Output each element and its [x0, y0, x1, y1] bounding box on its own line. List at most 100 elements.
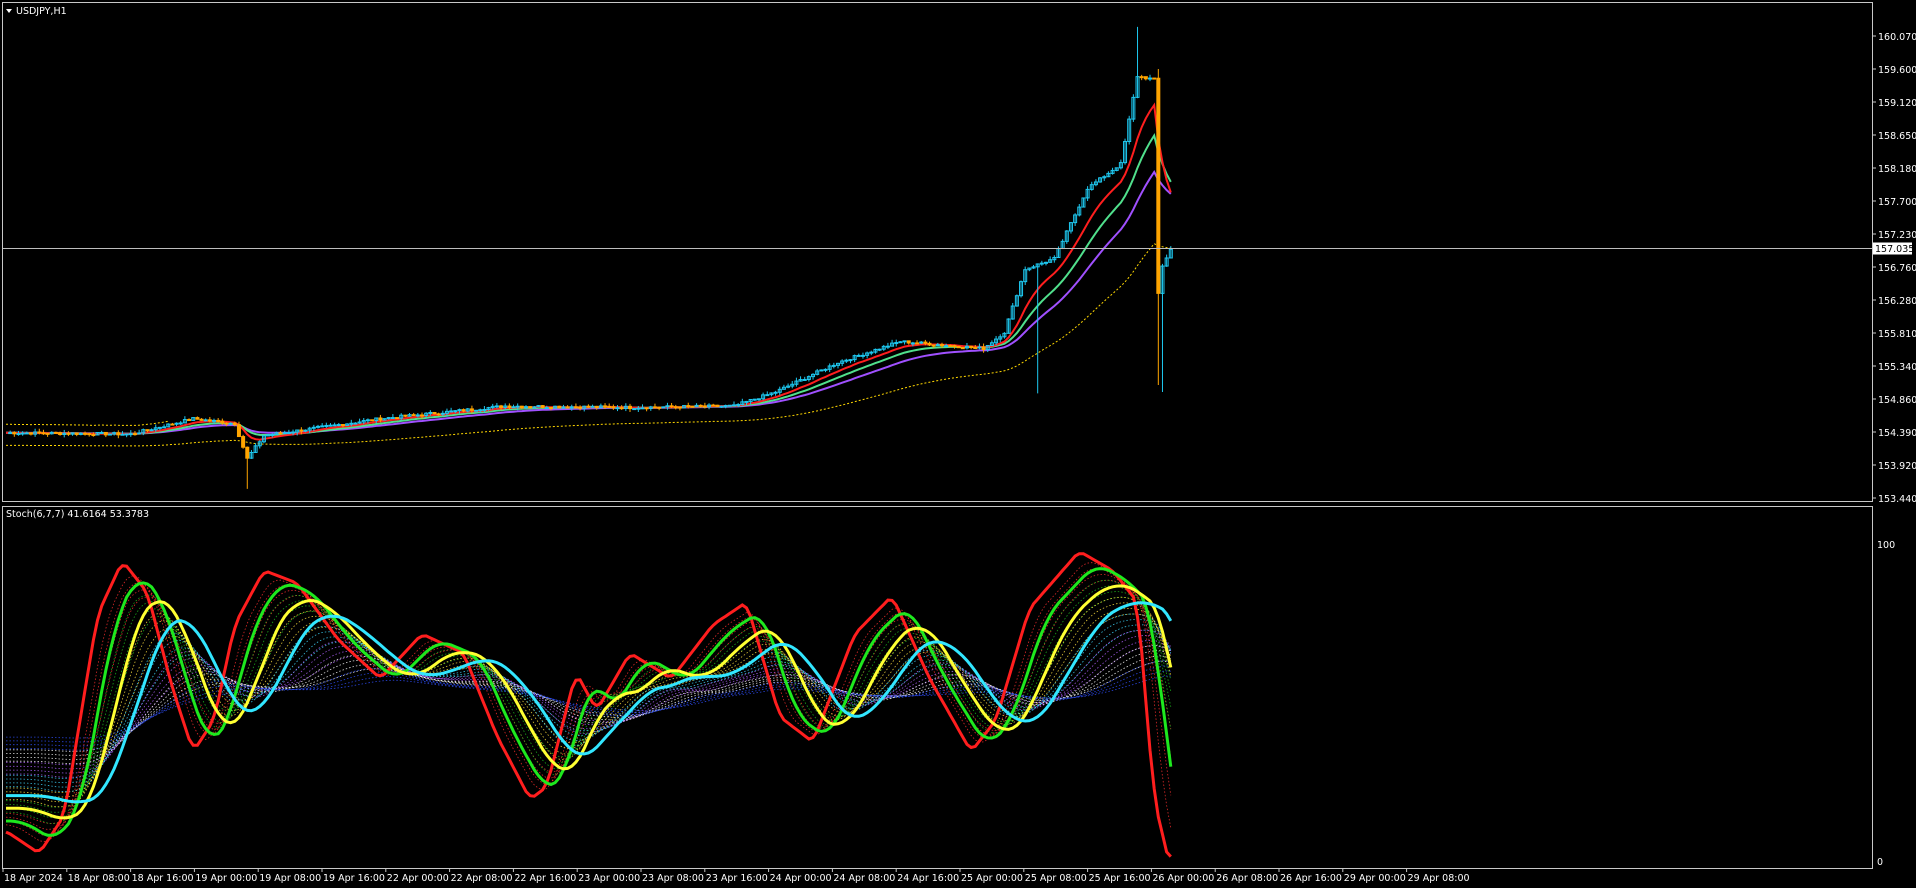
indicator-y-max: 100 [1877, 540, 1895, 551]
candle-body [270, 433, 275, 436]
candle-body [128, 433, 133, 436]
candle-body [524, 406, 528, 409]
candle-body [449, 410, 454, 413]
candle-body [74, 432, 79, 435]
candle-body [744, 400, 749, 403]
candle-body [960, 347, 965, 350]
candle-body [856, 354, 861, 357]
candle-body [195, 417, 200, 420]
time-tick-label: 25 Apr 08:00 [1025, 873, 1087, 884]
candle-body [99, 431, 104, 434]
candle-body [83, 432, 88, 435]
time-tick-label: 24 Apr 16:00 [897, 873, 959, 884]
candle-body [420, 414, 424, 417]
candle-body [628, 405, 632, 410]
candle-body [232, 422, 237, 426]
candle-body [411, 414, 416, 417]
candle-body [848, 359, 853, 362]
candle-body [719, 405, 724, 408]
candle-body [478, 409, 483, 412]
candle-body [561, 406, 566, 409]
price-tick-label: 154.390 [1878, 428, 1916, 439]
candle-body [1143, 76, 1148, 80]
time-tick-label: 23 Apr 16:00 [706, 873, 768, 884]
time-tick-label: 18 Apr 08:00 [68, 873, 130, 884]
candle-body [956, 345, 961, 349]
candle-body [727, 404, 732, 407]
candle-body [935, 344, 940, 347]
time-tick-label: 18 Apr 2024 [4, 873, 63, 884]
candle-body [328, 424, 333, 427]
candle-body [216, 419, 221, 422]
candle-body [365, 419, 370, 422]
candle-body [349, 422, 354, 425]
candle-body [644, 407, 649, 410]
candle-body [37, 431, 42, 434]
candle-body [732, 404, 736, 407]
price-tick-label: 155.340 [1878, 362, 1916, 373]
candle-body [224, 422, 229, 425]
candle-body [245, 446, 250, 459]
candle-body [511, 406, 516, 409]
chart-window[interactable]: USDJPY,H1 160.070 159.600 159.120 158.650 15… [0, 0, 1916, 888]
time-tick-label: 19 Apr 16:00 [323, 873, 385, 884]
candle-body [212, 419, 216, 422]
candle-body [910, 342, 915, 345]
candle-body [640, 407, 645, 410]
candle-body [519, 405, 524, 408]
candle-body [594, 405, 599, 409]
candle-body [657, 406, 662, 409]
candle-body [336, 424, 341, 427]
candle-body [919, 341, 924, 344]
time-tick-label: 26 Apr 16:00 [1280, 873, 1342, 884]
candle-body [940, 344, 944, 347]
candle-body [66, 432, 71, 435]
candle-body [1152, 77, 1157, 80]
candle-body [715, 404, 720, 407]
candle-body [677, 406, 682, 409]
candle-body [320, 425, 325, 428]
candle-body [120, 433, 125, 436]
candle-body [831, 364, 836, 367]
candle-body [324, 424, 329, 427]
time-tick-label: 22 Apr 08:00 [451, 873, 513, 884]
candle-body [698, 404, 703, 407]
candle-body [20, 432, 25, 435]
candle-body [515, 405, 520, 408]
candle-body [586, 405, 591, 408]
candle-body [607, 406, 612, 409]
price-tick-label: 157.230 [1878, 230, 1916, 241]
candle-body [931, 344, 936, 347]
candle-body [395, 417, 400, 420]
candle-body [178, 422, 183, 425]
candle-body [440, 412, 445, 415]
candle-body [981, 346, 986, 351]
candle-body [8, 432, 13, 435]
candle-body [403, 414, 408, 417]
candle-body [187, 419, 192, 422]
candle-body [203, 419, 208, 422]
candle-body [474, 409, 479, 412]
price-tick-label: 159.120 [1878, 98, 1916, 109]
candle-body [973, 347, 978, 350]
time-tick-label: 25 Apr 00:00 [961, 873, 1023, 884]
candle-body [137, 432, 142, 435]
candle-body [573, 406, 578, 409]
candle-body [132, 433, 137, 436]
candle-body [690, 405, 695, 408]
candle-body [390, 417, 395, 420]
candle-body [16, 433, 21, 436]
candle-body [569, 406, 574, 409]
candle-body [353, 422, 358, 425]
candle-body [752, 398, 757, 401]
candle-body [711, 404, 716, 407]
candle-body [116, 432, 121, 436]
price-tick-label: 156.280 [1878, 296, 1916, 307]
candle-body [494, 405, 499, 408]
candle-body [619, 407, 624, 410]
candle-body [311, 426, 316, 429]
candle-body [436, 413, 441, 416]
candle-body [885, 345, 890, 348]
candle-body [894, 342, 899, 345]
candle-body [590, 405, 595, 408]
